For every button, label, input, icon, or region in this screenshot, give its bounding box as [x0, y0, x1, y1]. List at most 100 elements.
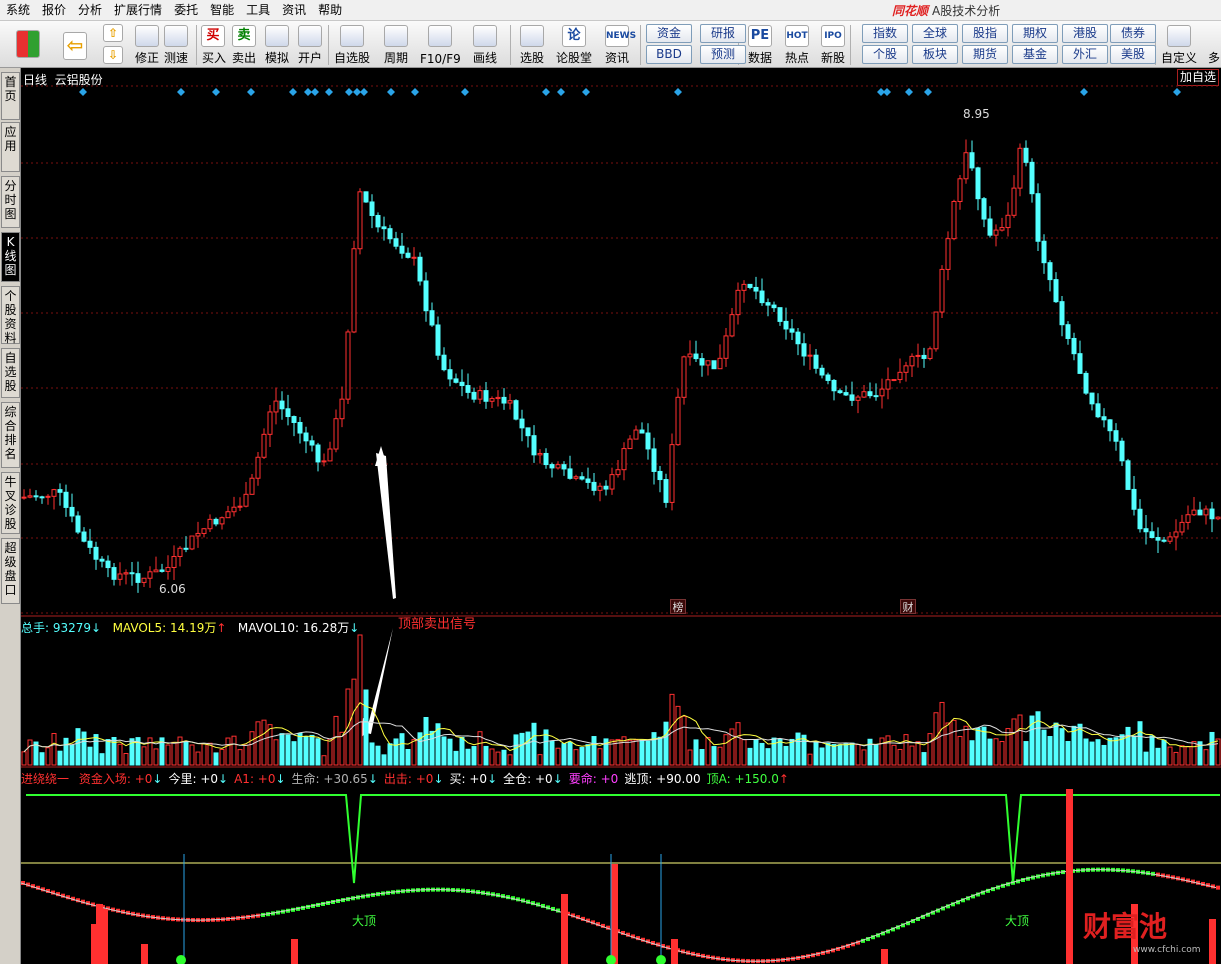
side-tab[interactable]: 超级盘口 — [1, 538, 20, 604]
candle-body — [303, 432, 309, 442]
toolbar-button[interactable]: F10/F9 — [420, 24, 461, 66]
candle-body — [183, 547, 189, 550]
volume-bar — [111, 737, 117, 766]
quick-button[interactable]: BBD — [646, 45, 692, 64]
toolbar-button[interactable]: HOT 热点 — [782, 24, 812, 66]
toolbar-button[interactable]: 模拟 — [262, 24, 292, 66]
quick-button[interactable]: 债券 — [1110, 24, 1156, 43]
side-tab[interactable]: 牛叉诊股 — [1, 472, 20, 534]
quick-button[interactable]: 指数 — [862, 24, 908, 43]
toolbar-button[interactable]: 测速 — [162, 24, 190, 66]
candle-body — [39, 496, 45, 499]
candle-body — [1041, 240, 1047, 264]
toolbar-button[interactable]: PE 数据 — [746, 24, 774, 66]
quick-button[interactable]: 股指 — [962, 24, 1008, 43]
quick-button[interactable]: 资金 — [646, 24, 692, 43]
toolbar-button[interactable]: 自选股 — [334, 24, 370, 66]
star-icon — [340, 25, 364, 47]
candle-body — [63, 491, 69, 508]
side-tab[interactable]: 自选股 — [1, 348, 20, 398]
quick-button[interactable]: 期货 — [962, 45, 1008, 64]
toolbar-button[interactable]: 多 — [1206, 24, 1221, 66]
back-button[interactable]: ⇦ — [58, 24, 92, 66]
volume-bar — [813, 742, 819, 766]
side-tab[interactable]: K线图 — [1, 232, 20, 282]
candle-body — [243, 493, 249, 507]
quick-button[interactable]: 期权 — [1012, 24, 1058, 43]
volume-bar — [123, 753, 129, 766]
volume-bar — [939, 701, 945, 766]
side-tab[interactable]: 综合排名 — [1, 402, 20, 468]
candle-body — [669, 444, 675, 503]
up-down-button[interactable]: ⇧ ⇩ — [100, 24, 126, 66]
candle-body — [291, 416, 297, 423]
candle-body — [315, 444, 321, 463]
quick-button[interactable]: 全球 — [912, 24, 958, 43]
menu-item[interactable]: 扩展行情 — [108, 0, 168, 21]
volume-bar — [831, 744, 837, 766]
toolbar-button[interactable]: 卖卖出 — [232, 24, 256, 66]
candle-body — [381, 226, 387, 230]
annotation-arrow-icon — [366, 628, 393, 734]
volume-bar — [987, 738, 993, 766]
toolbar-button[interactable]: 开户 — [296, 24, 324, 66]
toolbar-button[interactable]: 选股 — [518, 24, 546, 66]
candle-body — [1011, 187, 1017, 216]
volume-bar — [639, 739, 645, 766]
volume-bar — [357, 634, 363, 766]
quick-button[interactable]: 板块 — [912, 45, 958, 64]
menu-item[interactable]: 分析 — [72, 0, 108, 21]
list-tag[interactable]: 榜 — [670, 599, 686, 614]
window-title: A股技术分析 — [932, 4, 1001, 18]
arrow-icon: ↓ — [275, 772, 286, 786]
side-tab[interactable]: 分时图 — [1, 176, 20, 228]
side-tab[interactable]: 应用 — [1, 122, 20, 172]
toolbar-button[interactable]: 画线 — [468, 24, 502, 66]
menu-item[interactable]: 智能 — [204, 0, 240, 21]
menu-item[interactable]: 资讯 — [276, 0, 312, 21]
volume-bar — [711, 746, 717, 766]
life-line — [21, 869, 1217, 962]
quick-button[interactable]: 美股 — [1110, 45, 1156, 64]
toolbar-button[interactable]: 自定义 — [1160, 24, 1198, 66]
side-tab[interactable]: 个股资料 — [1, 286, 20, 345]
signal-spike — [101, 909, 108, 964]
quick-button[interactable]: 港股 — [1062, 24, 1108, 43]
toolbar-button[interactable]: 买买入 — [201, 24, 226, 66]
quick-button[interactable]: 预测 — [700, 45, 746, 64]
side-tab[interactable]: 首页 — [1, 72, 20, 120]
quick-button[interactable]: 外汇 — [1062, 45, 1108, 64]
layout-button[interactable] — [8, 24, 48, 66]
candle-body — [1101, 416, 1107, 421]
menu-item[interactable]: 报价 — [36, 0, 72, 21]
toolbar-button[interactable]: NEWS 资讯 — [600, 24, 636, 66]
volume-bar — [99, 753, 105, 766]
candle-body — [279, 400, 285, 410]
kline-chart-area[interactable]: 日线 云铝股份 加自选 8.95 6.06 榜 财 顶部卖出信号 总手: 932… — [21, 68, 1221, 964]
edit-icon — [1167, 25, 1191, 47]
toolbar: ⇦ ⇧ ⇩ 修正 测速买买入卖卖出 模拟 开户 自选股 周期 F10/F9 画线 选股论论股堂 N… — [0, 21, 1221, 68]
candle-body — [195, 532, 201, 537]
mavol10-value: MAVOL10: 16.28万 — [237, 621, 350, 635]
volume-bar — [171, 741, 177, 766]
quick-button[interactable]: 个股 — [862, 45, 908, 64]
menu-item[interactable]: 系统 — [0, 0, 36, 21]
toolbar-button[interactable]: 论论股堂 — [556, 24, 592, 66]
menu-item[interactable]: 帮助 — [312, 0, 348, 21]
quick-button[interactable]: 研报 — [700, 24, 746, 43]
toolbar-button[interactable]: 修正 — [134, 24, 160, 66]
toolbar-button[interactable]: IPO 新股 — [818, 24, 848, 66]
menu-item[interactable]: 委托 — [168, 0, 204, 21]
finance-tag[interactable]: 财 — [900, 599, 916, 614]
menu-item[interactable]: 工具 — [240, 0, 276, 21]
volume-bar — [243, 744, 249, 766]
toolbar-button[interactable]: 周期 — [378, 24, 414, 66]
candle-body — [861, 391, 867, 398]
quick-button[interactable]: 基金 — [1012, 45, 1058, 64]
volume-bar — [585, 744, 591, 766]
candle-body — [459, 381, 465, 387]
volume-bar — [495, 751, 501, 766]
candle-body — [615, 469, 621, 476]
volume-bar — [93, 734, 99, 766]
side-tab-bar: 首页 应用分时图 K线图个股资料自选股综合排名牛叉诊股超级盘口 — [0, 68, 21, 964]
